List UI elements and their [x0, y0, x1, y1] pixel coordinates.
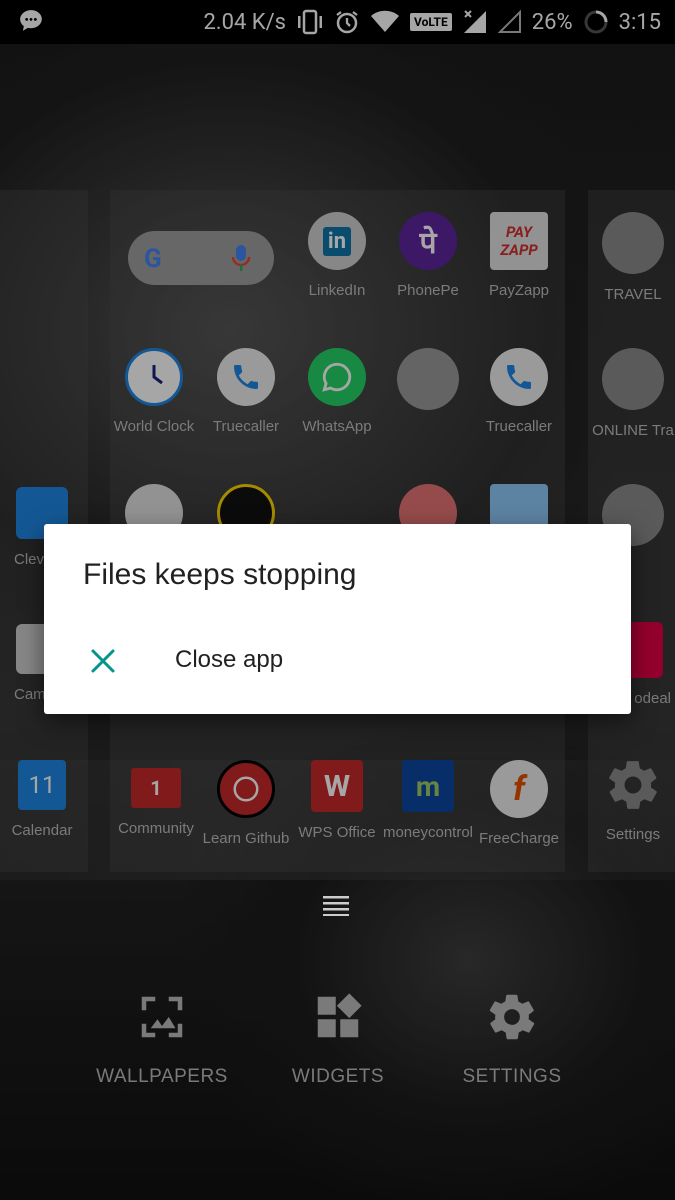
app-drawer-handle-icon[interactable]	[323, 896, 349, 916]
close-app-label: Close app	[175, 646, 284, 673]
settings-button[interactable]: SETTINGS	[460, 990, 564, 1088]
wallpapers-icon	[141, 996, 183, 1038]
wallpapers-label: WALLPAPERS	[96, 1066, 228, 1087]
close-icon	[91, 649, 115, 673]
wallpapers-button[interactable]: WALLPAPERS	[96, 990, 228, 1088]
close-app-button[interactable]: Close app	[44, 634, 631, 694]
launcher-options-bar: WALLPAPERS WIDGETS SETTINGS	[0, 990, 675, 1100]
settings-gear-icon	[489, 994, 535, 1040]
settings-label: SETTINGS	[462, 1066, 562, 1087]
dialog-title: Files keeps stopping	[83, 558, 357, 591]
widgets-icon	[317, 993, 362, 1038]
widgets-label: WIDGETS	[291, 1066, 385, 1087]
widgets-button[interactable]: WIDGETS	[288, 990, 388, 1088]
app-crash-dialog: Files keeps stopping Close app	[44, 524, 631, 714]
